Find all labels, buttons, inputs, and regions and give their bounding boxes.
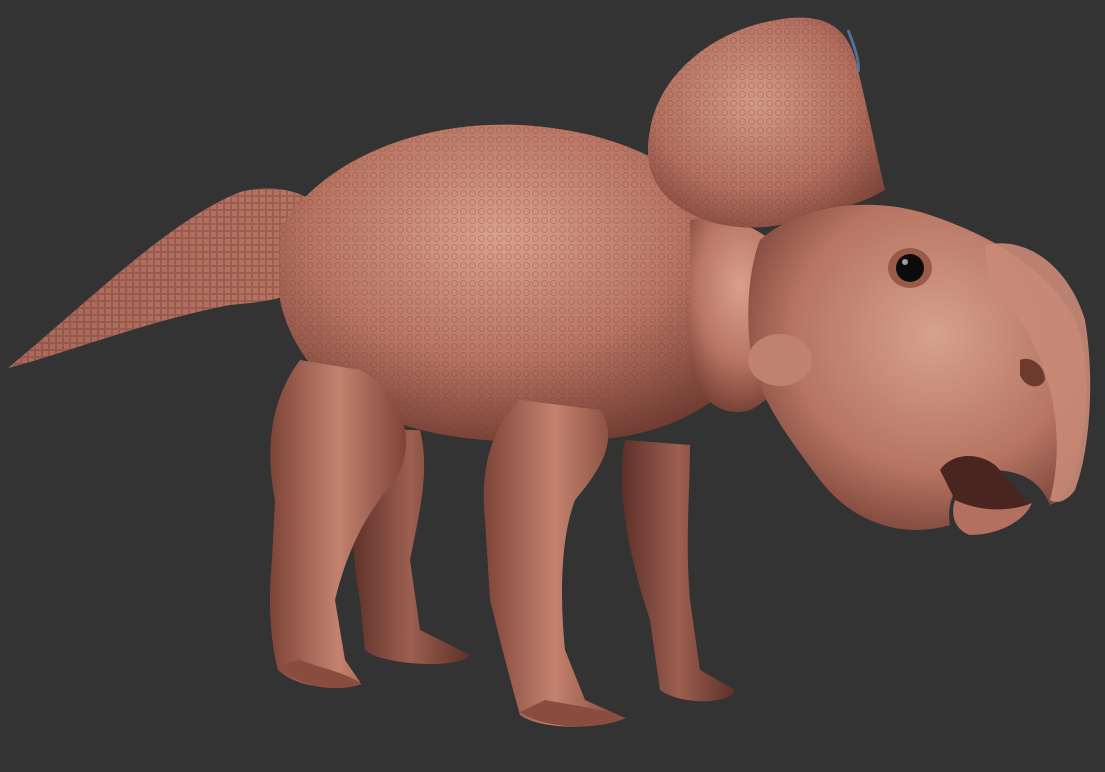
far-fore-leg [621,440,735,702]
render-viewport[interactable] [0,0,1105,772]
dinosaur-sculpt-render [8,17,1091,727]
head [748,204,1091,535]
near-fore-leg [483,400,626,727]
head-frill [647,17,885,228]
eye [896,254,924,282]
